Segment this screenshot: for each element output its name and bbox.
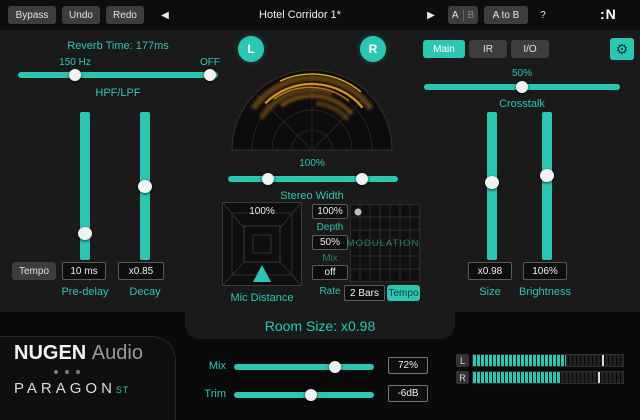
mic-distance-control[interactable]: 100%	[222, 202, 302, 286]
product-variant: ST	[116, 385, 130, 395]
gear-icon[interactable]: ⚙	[610, 38, 634, 60]
bypass-button[interactable]: Bypass	[8, 6, 56, 24]
trim-value[interactable]: -6dB	[388, 385, 428, 402]
modulation-bars-value[interactable]: 2 Bars	[344, 285, 385, 301]
meter-left-label: L	[456, 354, 469, 367]
crosstalk-value: 50%	[482, 68, 562, 79]
hpf-handle[interactable]	[69, 69, 81, 81]
lpf-handle[interactable]	[204, 69, 216, 81]
decay-value[interactable]: x0.85	[118, 262, 164, 280]
predelay-tempo-sync-button[interactable]: Tempo	[12, 262, 56, 280]
help-button[interactable]: ?	[534, 6, 552, 24]
predelay-fader[interactable]	[80, 112, 90, 260]
mix-label: Mix	[188, 360, 226, 372]
brand-suffix: Audio	[92, 342, 143, 364]
meter-right-bar	[472, 371, 624, 384]
stereo-width-label: Stereo Width	[262, 190, 362, 202]
stereo-width-slider[interactable]	[228, 176, 398, 182]
stereo-width-left-handle[interactable]	[262, 173, 274, 185]
modulation-rate-label: Rate	[312, 286, 348, 297]
modulation-rate-value[interactable]: off	[312, 265, 348, 280]
trim-slider[interactable]	[234, 392, 374, 398]
output-meter-right: R	[456, 371, 624, 384]
brand-name: NUGEN	[14, 342, 86, 364]
meter-left-bar	[472, 354, 624, 367]
redo-button[interactable]: Redo	[106, 6, 144, 24]
a-to-b-button[interactable]: A to B	[484, 6, 528, 24]
product-name: PARAGON	[14, 380, 116, 397]
crosstalk-handle[interactable]	[516, 81, 528, 93]
impulse-response-visualizer	[227, 58, 397, 153]
tab-ir[interactable]: IR	[469, 40, 507, 58]
title-bar: Bypass Undo Redo ◀ Hotel Corridor 1* ▶ A…	[0, 0, 640, 30]
brightness-label: Brightness	[510, 286, 580, 298]
modulation-mix-label: Mix	[312, 253, 348, 264]
crosstalk-label: Crosstalk	[472, 98, 572, 110]
preset-name[interactable]: Hotel Corridor 1*	[180, 9, 420, 21]
tab-io[interactable]: I/O	[511, 40, 549, 58]
brand-dots-icon	[54, 370, 80, 374]
previous-preset-icon[interactable]: ◀	[156, 6, 174, 24]
decay-fader-handle[interactable]	[138, 180, 152, 193]
decay-fader[interactable]	[140, 112, 150, 260]
undo-button[interactable]: Undo	[62, 6, 100, 24]
nugen-logo-icon: :N	[600, 6, 617, 22]
stereo-width-right-handle[interactable]	[356, 173, 368, 185]
paragon-plugin-window: Bypass Undo Redo ◀ Hotel Corridor 1* ▶ A…	[0, 0, 640, 420]
modulation-depth-label: Depth	[312, 222, 348, 233]
size-value[interactable]: x0.98	[468, 262, 512, 280]
mix-slider[interactable]	[234, 364, 374, 370]
hpf-lpf-label: HPF/LPF	[63, 87, 173, 99]
predelay-fader-handle[interactable]	[78, 227, 92, 240]
output-meter-left: L	[456, 354, 624, 367]
size-fader[interactable]	[487, 112, 497, 260]
lpf-value: OFF	[188, 57, 232, 68]
predelay-value[interactable]: 10 ms	[62, 262, 106, 280]
meter-right-label: R	[456, 371, 469, 384]
modulation-watermark: MODULATION	[342, 238, 424, 249]
brightness-fader[interactable]	[542, 112, 552, 260]
tab-main[interactable]: Main	[423, 40, 465, 58]
stereo-width-value: 100%	[272, 158, 352, 169]
ab-b-label: B	[463, 10, 475, 21]
bottom-bar: Room Size: x0.98 NUGEN Audio PARAGONST M…	[0, 312, 640, 420]
product-logo: PARAGONST	[14, 380, 129, 397]
decay-label: Decay	[110, 286, 180, 298]
trim-label: Trim	[188, 388, 226, 400]
room-size-readout: Room Size: x0.98	[185, 312, 455, 339]
brightness-value[interactable]: 106%	[523, 262, 567, 280]
modulation-depth-value[interactable]: 100%	[312, 204, 348, 219]
reverb-time-readout: Reverb Time: 177ms	[38, 40, 198, 52]
hpf-value: 150 Hz	[48, 57, 102, 68]
mix-handle[interactable]	[329, 361, 341, 373]
brightness-fader-handle[interactable]	[540, 169, 554, 182]
mic-distance-label: Mic Distance	[212, 292, 312, 304]
next-preset-icon[interactable]: ▶	[422, 6, 440, 24]
mic-distance-value: 100%	[222, 206, 302, 217]
nugen-audio-logo: NUGEN Audio	[14, 342, 143, 365]
size-fader-handle[interactable]	[485, 176, 499, 189]
modulation-tempo-sync-button[interactable]: Tempo	[387, 285, 420, 301]
ab-a-label: A	[452, 10, 459, 21]
trim-handle[interactable]	[305, 389, 317, 401]
ab-compare-button[interactable]: AB	[448, 6, 478, 24]
hpf-lpf-slider[interactable]	[18, 72, 218, 78]
crosstalk-slider[interactable]	[424, 84, 620, 90]
mix-value[interactable]: 72%	[388, 357, 428, 374]
